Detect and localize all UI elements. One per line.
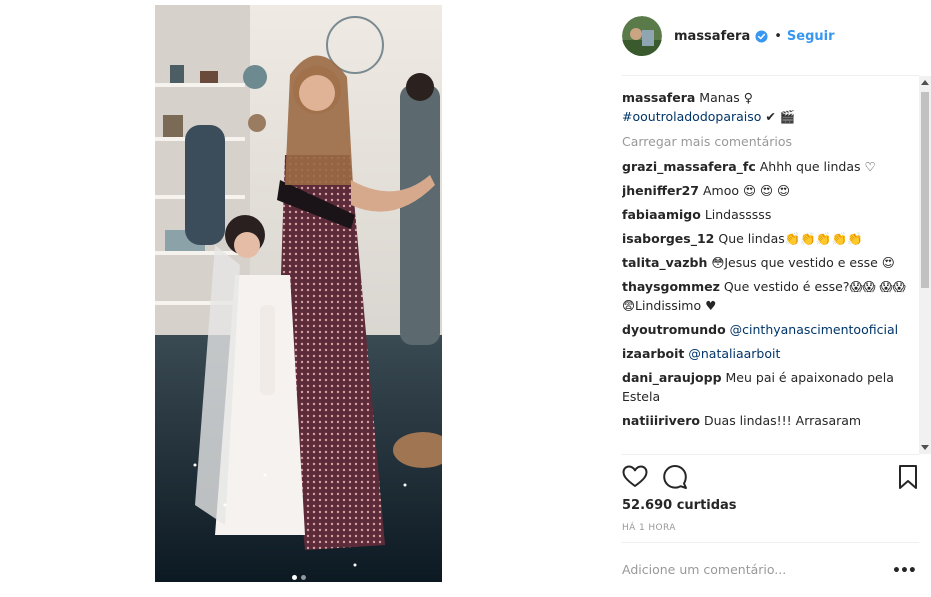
action-bar <box>622 464 919 490</box>
avatar[interactable] <box>622 16 662 56</box>
heart-icon[interactable] <box>622 464 648 490</box>
add-comment-input[interactable] <box>622 562 882 577</box>
comment-item: dani_araujopp Meu pai é apaixonado pela … <box>622 368 914 406</box>
comment-item: talita_vazbh 😳Jesus que vestido e esse 😍 <box>622 253 914 272</box>
comment-item: natiiirivero Duas lindas!!! Arrasaram <box>622 411 914 430</box>
comment-username[interactable]: grazi_massafera_fc <box>622 159 756 174</box>
comment-text: Lindasssss <box>704 207 772 222</box>
photo-image <box>155 5 442 582</box>
comment-username[interactable]: dyoutromundo <box>622 322 726 337</box>
comment-mention[interactable]: @nataliaarboit <box>688 346 780 361</box>
carousel-indicator <box>155 575 442 580</box>
comment-username[interactable]: jheniffer27 <box>622 183 699 198</box>
comment-item: grazi_massafera_fc Ahhh que lindas ♡ <box>622 157 914 176</box>
divider <box>622 542 919 543</box>
caption-hashtag[interactable]: #ooutroladodoparaiso <box>622 109 761 124</box>
more-options-button[interactable]: ••• <box>892 563 917 579</box>
load-more-comments-link[interactable]: Carregar mais comentários <box>622 132 914 151</box>
scrollbar-thumb[interactable] <box>921 92 929 288</box>
comment-item: dyoutromundo @cinthyanascimentooficial <box>622 320 914 339</box>
caption-username[interactable]: massafera <box>622 90 695 105</box>
comment-item: fabiaamigo Lindasssss <box>622 205 914 224</box>
follow-button[interactable]: Seguir <box>787 29 835 44</box>
comment-item: izaarboit @nataliaarboit <box>622 344 914 363</box>
comments-list[interactable]: massafera Manas ♀ #ooutroladodoparaiso ✔… <box>622 88 914 454</box>
carousel-dot-active <box>291 575 297 580</box>
comment-username[interactable]: dani_araujopp <box>622 370 722 385</box>
comment-text: Amoo 😍 😍 😍 <box>703 183 791 198</box>
divider <box>622 454 919 455</box>
comment-item: thaysgommez Que vestido é esse?😱😱 😱😱😨Lin… <box>622 277 914 315</box>
comment-username[interactable]: natiiirivero <box>622 413 700 428</box>
comment-text: Duas lindas!!! Arrasaram <box>703 413 862 428</box>
post-photo[interactable] <box>155 5 442 582</box>
comment-item: isaborges_12 Que lindas👏👏👏👏👏 <box>622 229 914 248</box>
verified-badge-icon <box>755 29 768 43</box>
divider <box>622 75 919 76</box>
comment-item: jheniffer27 Amoo 😍 😍 😍 <box>622 181 914 200</box>
comment-username[interactable]: isaborges_12 <box>622 231 714 246</box>
comment-username[interactable]: thaysgommez <box>622 279 720 294</box>
comment-bubble-icon[interactable] <box>662 464 688 490</box>
caption-text: Manas ♀ <box>699 90 753 105</box>
comment-text: Que lindas👏👏👏👏👏 <box>718 231 863 246</box>
comment-text: Ahhh que lindas ♡ <box>759 159 876 174</box>
caption-emoji: ✔ 🎬 <box>765 109 796 124</box>
comment-text: 😳Jesus que vestido e esse 😍 <box>711 255 895 270</box>
post-header: massafera • Seguir <box>622 15 835 57</box>
scroll-down-arrow-icon[interactable] <box>921 445 929 450</box>
likes-count[interactable]: 52.690 curtidas <box>622 498 737 513</box>
scroll-up-arrow-icon[interactable] <box>921 80 929 85</box>
comments-scrollbar[interactable] <box>919 76 931 454</box>
comment-username[interactable]: izaarboit <box>622 346 684 361</box>
caption: massafera Manas ♀ #ooutroladodoparaiso ✔… <box>622 88 914 126</box>
header-separator: • <box>774 28 782 44</box>
comment-username[interactable]: fabiaamigo <box>622 207 701 222</box>
comment-username[interactable]: talita_vazbh <box>622 255 707 270</box>
carousel-dot <box>300 575 306 580</box>
header-username[interactable]: massafera <box>674 29 750 44</box>
post-sidebar: massafera • Seguir massafera Manas ♀ #oo… <box>610 0 931 597</box>
comment-mention[interactable]: @cinthyanascimentooficial <box>730 322 898 337</box>
post-timestamp[interactable]: HÁ 1 HORA <box>622 523 676 533</box>
bookmark-icon[interactable] <box>895 464 921 490</box>
